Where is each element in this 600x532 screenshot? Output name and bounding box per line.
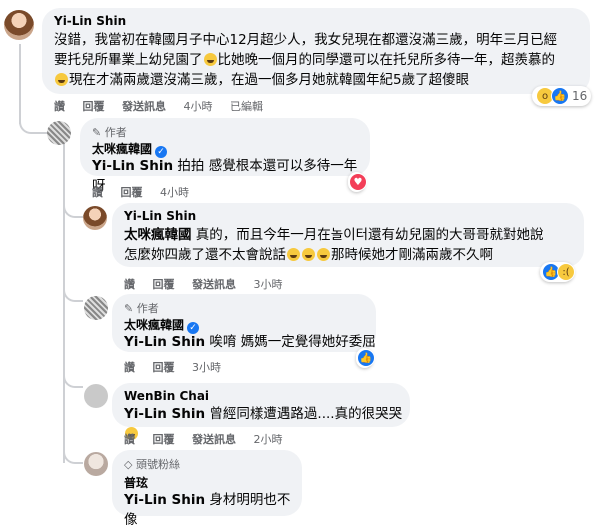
reaction-summary[interactable]: o 👍 16 [532,86,592,106]
mention-link[interactable]: 太咪瘋韓國 [124,227,192,243]
diamond-icon: ◇ [124,458,133,471]
thread-curve-4 [63,370,83,388]
crying-emoji-icon [317,248,330,261]
comment-author[interactable]: Yi-Lin Shin [124,209,196,223]
avatar[interactable] [47,121,71,145]
comment-line: 怎麼妳四歲了還不太會說話 那時候她才剛滿兩歲不久啊 [124,247,493,263]
timestamp[interactable]: 3小時 [254,276,283,292]
comment-text: Yi-Lin Shin 身材明明也不像 [124,492,291,528]
comment-line: 太咪瘋韓國 真的，而且今年一月在놀이터還有幼兒園的大哥哥就對她說 [124,227,544,243]
crying-emoji-icon [302,248,315,261]
mention-link[interactable]: Yi-Lin Shin [124,334,205,350]
reaction-count: 16 [572,89,588,103]
comment-actions: 讚 回覆 3小時 [124,359,235,375]
like-button[interactable]: 讚 [124,359,135,375]
timestamp[interactable]: 4小時 [184,98,213,114]
thread-curve-3 [63,280,83,302]
sad-emoji-icon [55,73,68,86]
comment-bubble: Yi-Lin Shin 太咪瘋韓國 真的，而且今年一月在놀이터還有幼兒園的大哥哥… [112,203,584,267]
like-reaction-icon: 👍 [551,87,569,105]
avatar[interactable] [4,10,34,40]
send-message-button[interactable]: 發送訊息 [122,98,166,114]
like-button[interactable]: 讚 [54,98,65,114]
like-reaction-icon: 👍 [357,349,375,367]
like-button[interactable]: 讚 [92,184,103,200]
comment-line: 要托兒所畢業上幼兒園了 比她晚一個月的同學還可以在托兒所多待一年，超羨慕的 [54,52,555,68]
comment-author[interactable]: 普玹 [124,474,148,491]
thread-curve-2 [63,200,83,218]
comment-line: 現在才滿兩歲還沒滿三歲，在過一個多月她就韓國年紀5歲了超傻眼 [54,70,584,90]
timestamp[interactable]: 2小時 [254,431,283,447]
like-button[interactable]: 讚 [124,276,135,292]
mention-link[interactable]: Yi-Lin Shin [92,158,173,174]
edited-label: 已編輯 [230,100,263,113]
pen-icon: ✎ [92,126,102,139]
reaction-summary[interactable]: 👍 [356,348,375,368]
mention-link[interactable]: Yi-Lin Shin [124,406,205,422]
timestamp[interactable]: 3小時 [192,359,221,375]
thread-curve-1 [19,110,47,134]
thread-curve-5 [63,448,83,464]
comment-actions: 讚 回覆 發送訊息 3小時 [124,276,297,292]
love-reaction-icon: ♥ [349,173,367,191]
comment-actions: 讚 回覆 發送訊息 4小時 已編輯 [54,98,277,114]
avatar[interactable] [83,206,107,230]
avatar[interactable] [84,384,108,408]
comment-bubble: Yi-Lin Shin 沒錯，我當初在韓國月子中心12月超少人，我女兒現在都還沒… [42,8,590,94]
comment-author[interactable]: Yi-Lin Shin [54,14,126,28]
timestamp[interactable]: 4小時 [160,184,189,200]
reply-button[interactable]: 回覆 [153,276,175,292]
reply-button[interactable]: 回覆 [121,184,143,200]
reply-button[interactable]: 回覆 [153,359,175,375]
send-message-button[interactable]: 發送訊息 [192,431,236,447]
send-message-button[interactable]: 發送訊息 [192,276,236,292]
comment-actions: 讚 回覆 發送訊息 2小時 [124,431,297,447]
comment-text: Yi-Lin Shin 唉唷 媽媽一定覺得她好委屈 [124,334,376,350]
comment-text: 沒錯，我當初在韓國月子中心12月超少人，我女兒現在都還沒滿三歲，明年三月已經 要… [54,30,584,90]
author-badge: ✎ 作者 [124,302,159,315]
avatar[interactable] [84,452,108,476]
crying-emoji-icon [203,53,217,66]
comment-bubble: ✎ 作者 太咪瘋韓國 ✓ Yi-Lin Shin 拍拍 感覺根本還可以多待一年呀 [80,118,370,194]
sad-reaction-icon: :( [557,263,575,281]
mention-link[interactable]: Yi-Lin Shin [124,492,205,508]
comment-author[interactable]: WenBin Chai [124,389,209,403]
comment-text: 太咪瘋韓國 真的，而且今年一月在놀이터還有幼兒園的大哥哥就對她說 怎麼妳四歲了還… [124,225,579,265]
reply-button[interactable]: 回覆 [83,98,105,114]
comment-actions: 讚 回覆 4小時 [92,184,203,200]
crying-emoji-icon [287,248,300,261]
reaction-summary[interactable]: 👍 :( [540,262,575,282]
pen-icon: ✎ [124,302,134,315]
like-button[interactable]: 讚 [124,431,135,447]
avatar[interactable] [84,296,108,320]
reply-button[interactable]: 回覆 [153,431,175,447]
comment-bubble: ✎ 作者 太咪瘋韓國 ✓ Yi-Lin Shin 唉唷 媽媽一定覺得她好委屈 [112,294,376,352]
reaction-summary[interactable]: ♥ [348,172,367,192]
top-fan-badge: ◇ 頭號粉絲 [124,458,180,471]
comment-bubble: ◇ 頭號粉絲 普玹 Yi-Lin Shin 身材明明也不像 [112,450,302,528]
thread-line-reply [63,143,65,463]
comment-line: 沒錯，我當初在韓國月子中心12月超少人，我女兒現在都還沒滿三歲，明年三月已經 [54,32,558,48]
author-badge: ✎ 作者 [92,126,127,139]
comment-bubble: WenBin Chai Yi-Lin Shin 曾經同樣遭遇路過....真的很哭… [112,383,410,440]
